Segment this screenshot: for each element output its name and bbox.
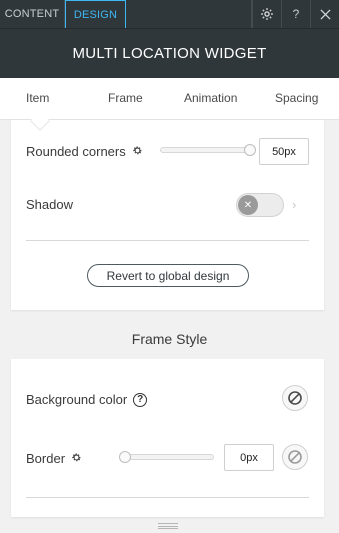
help-circle-icon[interactable]: ? [133,392,148,407]
top-bar: CONTENT DESIGN ? [0,0,339,28]
background-color-none-button[interactable] [282,385,308,411]
border-slider[interactable] [120,454,214,460]
frame-style-panel [11,359,324,517]
shadow-row: Shadow [26,197,73,212]
gear-icon[interactable] [132,145,143,159]
border-input[interactable]: 0px [224,444,274,471]
settings-button[interactable] [252,0,281,28]
border-label: Border [26,451,66,466]
no-color-icon [288,391,302,405]
subtab-spacing[interactable]: Spacing [275,91,318,105]
design-subtabs: Item Frame Animation Spacing [0,78,339,120]
rounded-corners-input[interactable]: 50px [259,138,309,165]
widget-title: MULTI LOCATION WIDGET [72,45,267,62]
border-color-none-button[interactable] [282,444,308,470]
close-icon [319,8,331,20]
background-color-label: Background color [26,392,128,407]
top-bar-spacer [126,0,252,28]
toggle-off-icon: ✕ [238,195,258,215]
border-row: Border [26,451,82,466]
help-button[interactable]: ? [281,0,310,28]
revert-to-global-design-button[interactable]: Revert to global design [87,264,249,287]
border-slider-handle[interactable] [119,451,131,463]
tab-content[interactable]: CONTENT [0,0,65,28]
chevron-right-icon[interactable]: › [292,197,296,212]
shadow-toggle[interactable]: ✕ [236,193,284,217]
gear-icon [261,8,273,20]
subtab-frame[interactable]: Frame [108,91,143,105]
close-button[interactable] [310,0,339,28]
resize-grip-icon[interactable] [158,523,178,529]
rounded-corners-row: Rounded corners [26,144,143,159]
widget-title-bar: MULTI LOCATION WIDGET [0,28,339,78]
divider [26,240,309,241]
shadow-label: Shadow [26,197,73,212]
no-color-icon [288,450,302,464]
rounded-corners-label: Rounded corners [26,144,126,159]
subtab-item[interactable]: Item [26,91,49,105]
background-color-row: Background color ? [26,392,148,407]
rounded-corners-slider[interactable] [160,147,256,153]
divider [26,497,309,498]
subtab-animation[interactable]: Animation [184,91,237,105]
tab-design[interactable]: DESIGN [65,0,126,28]
rounded-corners-slider-handle[interactable] [244,144,256,156]
help-icon: ? [292,7,300,21]
frame-style-heading: Frame Style [131,331,208,347]
gear-icon[interactable] [71,452,82,466]
